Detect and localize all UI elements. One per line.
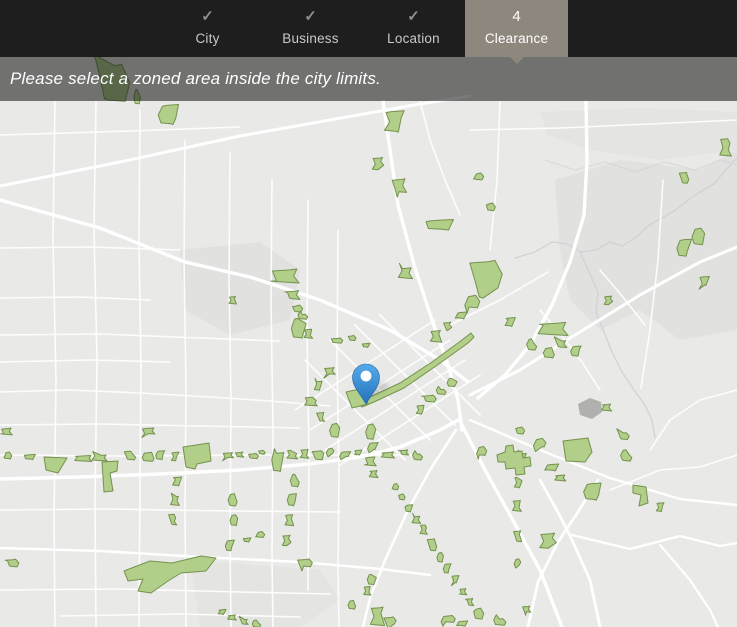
step-clearance[interactable]: 4 Clearance	[465, 0, 568, 64]
zoned-area[interactable]	[515, 426, 526, 435]
active-step-caret	[508, 56, 525, 64]
step-location[interactable]: ✓ Location	[362, 0, 465, 57]
clearance-wizard-screen: ✓ City ✓ Business ✓ Location 4 Clearance Please…	[0, 0, 737, 627]
zoned-area[interactable]	[398, 493, 406, 501]
zoned-area[interactable]	[542, 347, 555, 359]
step-label: Business	[282, 31, 339, 46]
zoned-area[interactable]	[347, 334, 357, 342]
zoned-area[interactable]	[141, 451, 155, 462]
step-label: Location	[387, 31, 440, 46]
check-icon: ✓	[304, 8, 317, 25]
map-canvas[interactable]	[0, 57, 737, 627]
zoned-area[interactable]	[292, 304, 304, 313]
zoned-area[interactable]	[425, 219, 454, 231]
step-label: City	[195, 31, 220, 46]
zoned-area[interactable]	[229, 514, 239, 527]
check-icon: ✓	[201, 8, 214, 25]
step-number: 4	[512, 8, 521, 25]
instruction-text: Please select a zoned area inside the ci…	[10, 69, 381, 88]
zoned-area[interactable]	[74, 455, 93, 462]
instruction-banner: Please select a zoned area inside the ci…	[0, 57, 737, 101]
zoned-area[interactable]	[258, 449, 266, 455]
zoned-area[interactable]	[485, 202, 496, 212]
wizard-stepper: ✓ City ✓ Business ✓ Location 4 Clearance	[0, 0, 737, 64]
step-business[interactable]: ✓ Business	[259, 0, 362, 57]
zoned-area[interactable]	[248, 452, 259, 460]
check-icon: ✓	[407, 8, 420, 25]
step-label: Clearance	[484, 31, 549, 46]
zoned-area[interactable]	[436, 551, 444, 563]
zoned-area[interactable]	[562, 437, 593, 463]
zoned-area[interactable]	[330, 337, 344, 344]
step-city[interactable]: ✓ City	[156, 0, 259, 57]
